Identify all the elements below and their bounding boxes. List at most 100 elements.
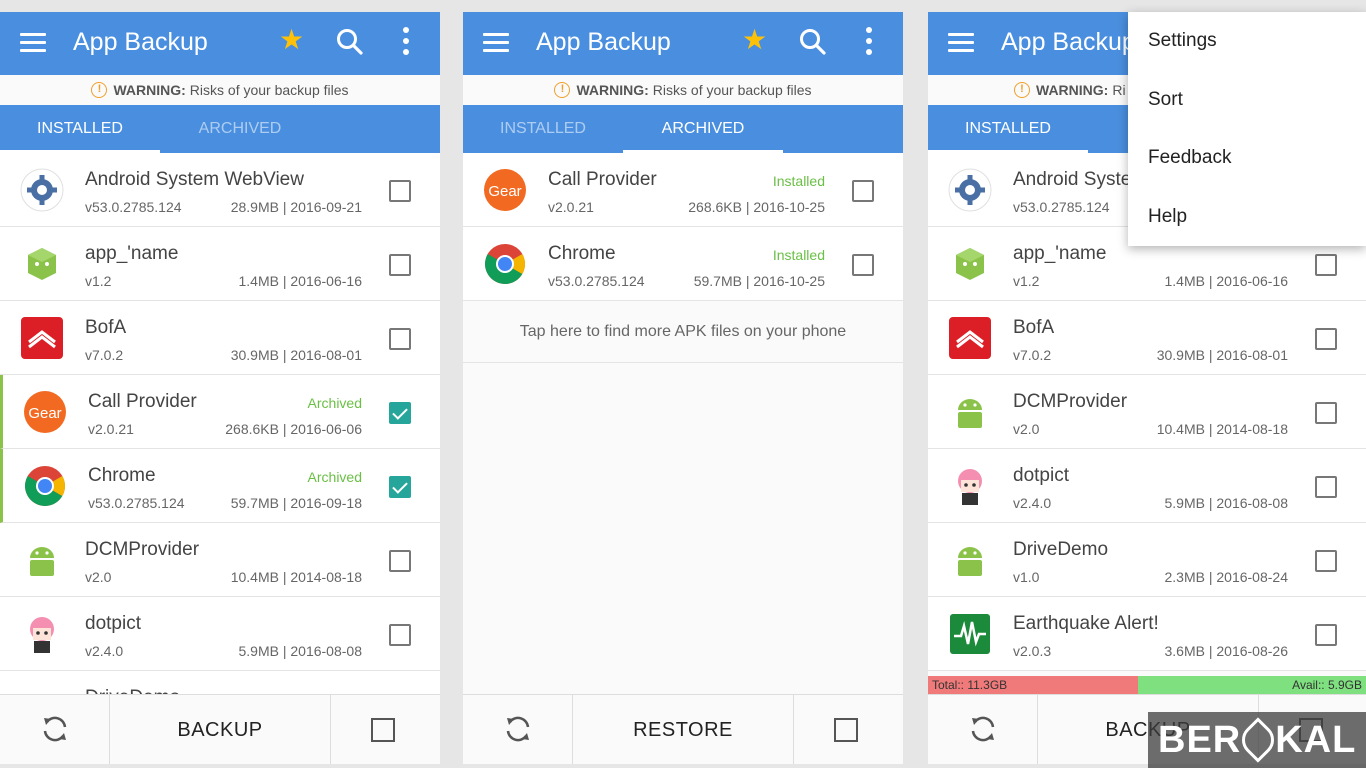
row-checkbox[interactable] bbox=[389, 550, 411, 572]
app-size-date: 2.3MB | 2016-08-24 bbox=[1164, 569, 1289, 585]
find-apk-link[interactable]: Tap here to find more APK files on your … bbox=[463, 301, 903, 363]
app-version: v53.0.2785.124 bbox=[88, 495, 185, 511]
row-checkbox[interactable] bbox=[1315, 402, 1337, 424]
row-checkbox[interactable] bbox=[389, 476, 411, 498]
select-all-checkbox[interactable] bbox=[793, 695, 903, 764]
tab-bar: INSTALLED ARCHIVED bbox=[463, 105, 903, 153]
row-checkbox[interactable] bbox=[389, 328, 411, 350]
gear-icon bbox=[20, 168, 64, 212]
app-size-date: 1.4MB | 2016-06-16 bbox=[1164, 273, 1289, 289]
refresh-icon bbox=[43, 716, 67, 742]
list-item[interactable]: Gear Call Provider Archived v2.0.21 268.… bbox=[0, 375, 440, 449]
more-vert-icon[interactable] bbox=[866, 27, 874, 55]
list-item[interactable]: Earthquake Alert! v2.0.3 3.6MB | 2016-08… bbox=[928, 597, 1366, 671]
dotpict-icon bbox=[20, 612, 64, 656]
app-name: BofA bbox=[85, 317, 127, 338]
list-item[interactable]: BofA v7.0.2 30.9MB | 2016-08-01 bbox=[928, 301, 1366, 375]
row-checkbox[interactable] bbox=[389, 624, 411, 646]
hamburger-menu-icon[interactable] bbox=[20, 33, 46, 53]
tab-archived[interactable]: ARCHIVED bbox=[160, 105, 320, 153]
app-name: Android System WebView bbox=[85, 169, 304, 190]
panel-installed: App Backup ★ ! WARNING: Risks of your ba… bbox=[0, 12, 440, 764]
search-icon[interactable] bbox=[336, 28, 364, 61]
row-checkbox[interactable] bbox=[852, 180, 874, 202]
app-name: app_'name bbox=[1013, 243, 1107, 264]
watermark-text-right: KAL bbox=[1275, 719, 1357, 761]
panel-archived: App Backup ★ ! WARNING: Risks of your ba… bbox=[463, 12, 903, 764]
list-item[interactable]: DriveDemo v1.0 2.3MB | 2016-08-24 bbox=[928, 523, 1366, 597]
star-icon[interactable]: ★ bbox=[279, 26, 304, 54]
app-name: BofA bbox=[1013, 317, 1055, 338]
tab-installed[interactable]: INSTALLED bbox=[0, 105, 160, 153]
row-checkbox[interactable] bbox=[389, 180, 411, 202]
row-checkbox[interactable] bbox=[1315, 254, 1337, 276]
menu-item-help[interactable]: Help bbox=[1128, 188, 1366, 247]
list-item[interactable]: DCMProvider v2.0 10.4MB | 2014-08-18 bbox=[0, 523, 440, 597]
list-item[interactable]: Chrome Archived v53.0.2785.124 59.7MB | … bbox=[0, 449, 440, 523]
watermark-text-left: BER bbox=[1158, 719, 1242, 761]
gear-icon bbox=[948, 168, 992, 212]
list-item[interactable]: app_'name v1.2 1.4MB | 2016-06-16 bbox=[0, 227, 440, 301]
row-checkbox[interactable] bbox=[1315, 476, 1337, 498]
hamburger-menu-icon[interactable] bbox=[948, 33, 974, 53]
tab-installed[interactable]: INSTALLED bbox=[463, 105, 623, 153]
list-item[interactable]: Gear Call Provider Installed v2.0.21 268… bbox=[463, 153, 903, 227]
app-name: DCMProvider bbox=[1013, 391, 1128, 412]
search-icon[interactable] bbox=[799, 28, 827, 61]
more-vert-icon[interactable] bbox=[403, 27, 411, 55]
list-item[interactable]: Android System WebView v53.0.2785.124 28… bbox=[0, 153, 440, 227]
app-size-date: 3.6MB | 2016-08-26 bbox=[1164, 643, 1289, 659]
tab-archived[interactable]: ARCHIVED bbox=[623, 105, 783, 153]
backup-button[interactable]: BACKUP bbox=[110, 695, 330, 764]
app-version: v2.0 bbox=[1013, 421, 1040, 437]
app-bar: App Backup ★ bbox=[463, 12, 903, 75]
app-version: v53.0.2785.124 bbox=[85, 199, 182, 215]
refresh-button[interactable] bbox=[928, 695, 1038, 764]
app-title: App Backup bbox=[73, 28, 208, 56]
row-checkbox[interactable] bbox=[389, 254, 411, 276]
restore-button[interactable]: RESTORE bbox=[573, 695, 793, 764]
app-size-date: 268.6KB | 2016-06-06 bbox=[225, 421, 362, 437]
warning-label: WARNING: bbox=[576, 82, 649, 98]
menu-item-feedback[interactable]: Feedback bbox=[1128, 129, 1366, 188]
storage-available: Avail:: 5.9GB bbox=[1138, 676, 1366, 694]
app-size-date: 59.7MB | 2016-10-25 bbox=[693, 273, 825, 289]
top-strip bbox=[0, 0, 1366, 12]
list-item[interactable]: BofA v7.0.2 30.9MB | 2016-08-01 bbox=[0, 301, 440, 375]
app-size-date: 5.9MB | 2016-08-08 bbox=[1164, 495, 1289, 511]
list-item[interactable]: dotpict v2.4.0 5.9MB | 2016-08-08 bbox=[0, 597, 440, 671]
app-version: v7.0.2 bbox=[1013, 347, 1052, 363]
app-version: v53.0.2785.124 bbox=[1013, 199, 1110, 215]
star-icon[interactable]: ★ bbox=[742, 26, 767, 54]
app-size-date: 5.9MB | 2016-08-08 bbox=[238, 643, 363, 659]
android-icon bbox=[948, 390, 992, 434]
app-name: DriveDemo bbox=[1013, 539, 1109, 560]
warning-banner[interactable]: ! WARNING: Risks of your backup files bbox=[0, 75, 440, 105]
warning-banner[interactable]: ! WARNING: Risks of your backup files bbox=[463, 75, 903, 105]
tab-installed[interactable]: INSTALLED bbox=[928, 105, 1088, 153]
app-size-date: 10.4MB | 2014-08-18 bbox=[1156, 421, 1288, 437]
menu-item-settings[interactable]: Settings bbox=[1128, 12, 1366, 71]
storage-total: Total:: 11.3GB bbox=[928, 676, 1139, 694]
refresh-button[interactable] bbox=[0, 695, 110, 764]
android-cube-icon bbox=[20, 242, 64, 286]
app-name: Earthquake Alert! bbox=[1013, 613, 1159, 634]
hamburger-menu-icon[interactable] bbox=[483, 33, 509, 53]
row-checkbox[interactable] bbox=[389, 402, 411, 424]
warning-text: Risks of your backup files bbox=[652, 82, 812, 98]
status-badge: Installed bbox=[772, 173, 825, 189]
row-checkbox[interactable] bbox=[1315, 550, 1337, 572]
row-checkbox[interactable] bbox=[852, 254, 874, 276]
list-item[interactable]: dotpict v2.4.0 5.9MB | 2016-08-08 bbox=[928, 449, 1366, 523]
menu-item-sort[interactable]: Sort bbox=[1128, 71, 1366, 130]
select-all-checkbox[interactable] bbox=[330, 695, 440, 764]
app-size-date: 30.9MB | 2016-08-01 bbox=[230, 347, 362, 363]
refresh-button[interactable] bbox=[463, 695, 573, 764]
app-name: DCMProvider bbox=[85, 539, 200, 560]
list-item[interactable]: Chrome Installed v53.0.2785.124 59.7MB |… bbox=[463, 227, 903, 301]
row-checkbox[interactable] bbox=[1315, 624, 1337, 646]
earthquake-icon bbox=[948, 612, 992, 656]
row-checkbox[interactable] bbox=[1315, 328, 1337, 350]
warning-label: WARNING: bbox=[1036, 82, 1109, 98]
list-item[interactable]: DCMProvider v2.0 10.4MB | 2014-08-18 bbox=[928, 375, 1366, 449]
